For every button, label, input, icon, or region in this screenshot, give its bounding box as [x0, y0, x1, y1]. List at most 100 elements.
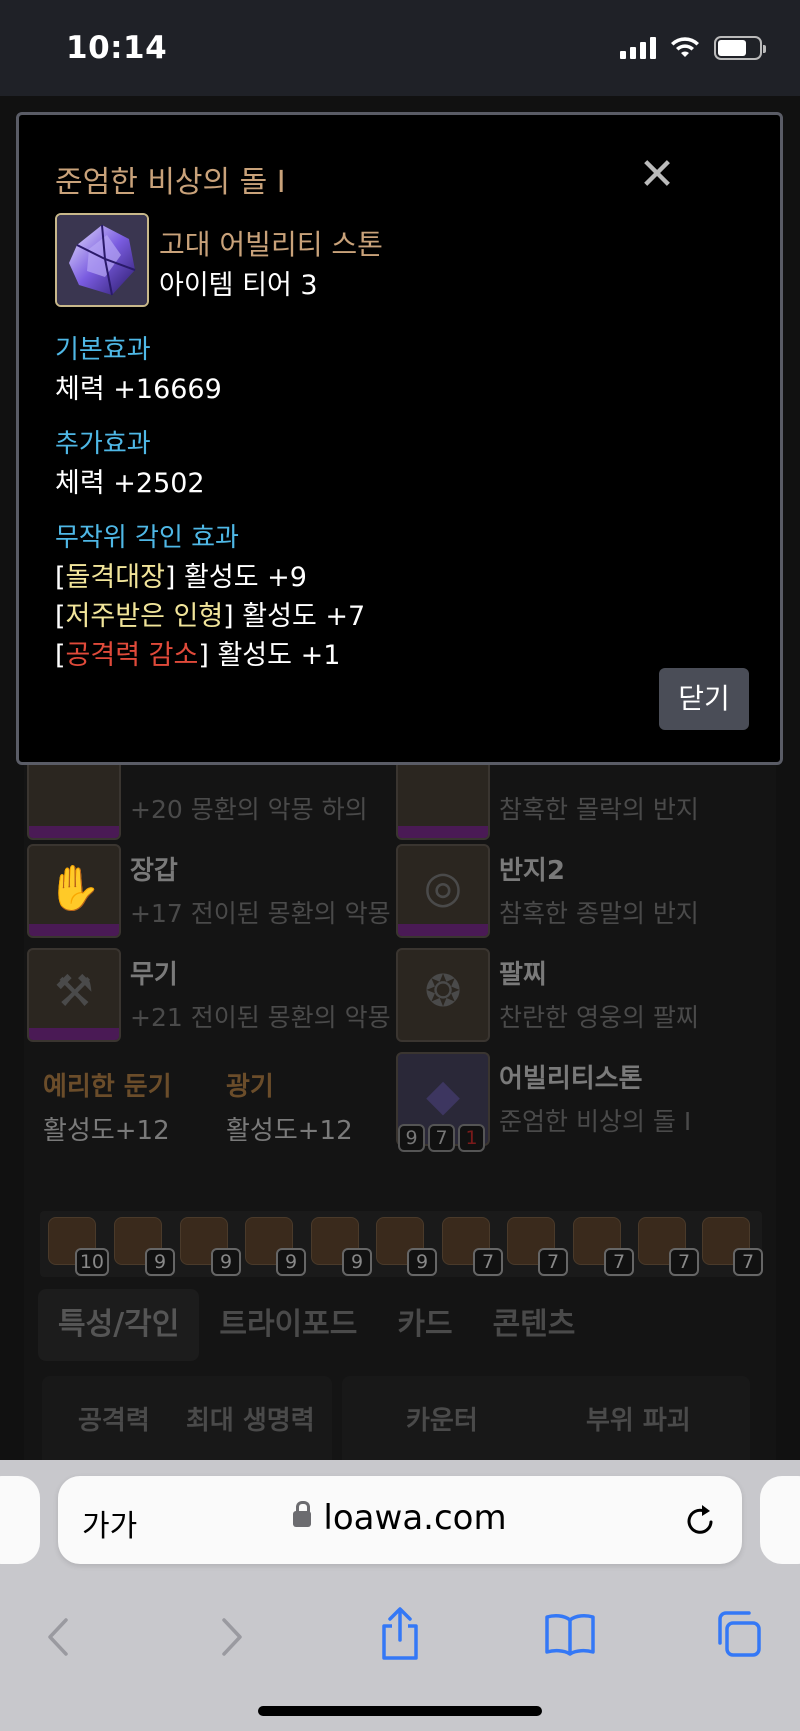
stats-box-right: 카운터 부위 파괴	[342, 1376, 750, 1460]
gem-icon[interactable]: 7	[442, 1217, 503, 1276]
equip-name: +20 몽환의 악몽 하의	[130, 795, 368, 824]
gem-icon[interactable]: 9	[114, 1217, 175, 1276]
engraving-value: 활성도+12	[43, 1116, 170, 1146]
address-bar[interactable]: 가가 loawa.com	[58, 1476, 742, 1564]
gem-level: 10	[74, 1248, 109, 1276]
tab-cards[interactable]: 카드	[377, 1289, 472, 1361]
extra-effect-heading: 추가효과	[55, 429, 151, 459]
gem-icon[interactable]: 7	[702, 1217, 763, 1276]
gem-level: 7	[604, 1248, 634, 1276]
equip-slot-ring2[interactable]: ◎	[396, 844, 490, 938]
gem-icon[interactable]: 9	[245, 1217, 306, 1276]
gem-icon[interactable]: 9	[180, 1217, 241, 1276]
close-button[interactable]: 닫기	[659, 668, 749, 730]
ability-stone-badges: 9 7 1	[398, 1124, 485, 1152]
wifi-icon	[671, 37, 699, 57]
ability-badge: 7	[428, 1124, 455, 1152]
equip-slot-label: 장갑	[130, 856, 178, 886]
url-field[interactable]: loawa.com	[58, 1498, 742, 1538]
engrave-line: [돌격대장] 활성도 +9	[55, 562, 307, 593]
stat-label: 공격력	[78, 1406, 150, 1436]
gem-icon[interactable]: 9	[376, 1217, 437, 1276]
equip-name: 참혹한 몰락의 반지	[499, 795, 699, 824]
safari-toolbar	[0, 1600, 800, 1680]
stat-label: 최대 생명력	[186, 1406, 315, 1436]
engrave-name: 돌격대장	[65, 562, 165, 593]
home-indicator	[258, 1706, 542, 1716]
close-icon[interactable]: ✕	[637, 153, 677, 197]
item-tier: 아이템 티어 3	[159, 270, 318, 301]
gem-level: 7	[473, 1248, 503, 1276]
engraving-value: 활성도+12	[226, 1116, 353, 1146]
engraving-name: 예리한 둔기	[43, 1072, 172, 1102]
gem-level: 9	[407, 1248, 437, 1276]
equip-slot-label: 무기	[130, 960, 178, 990]
equip-slot-gloves[interactable]: ✋	[27, 844, 121, 938]
engrave-line: [공격력 감소] 활성도 +1	[55, 640, 341, 671]
equip-slot-label: 팔찌	[499, 960, 547, 990]
equip-slot-bracelet[interactable]: ❂	[396, 948, 490, 1042]
stat-label: 카운터	[406, 1406, 478, 1436]
gem-level: 9	[276, 1248, 306, 1276]
back-icon[interactable]	[44, 1614, 74, 1660]
battery-icon	[714, 36, 766, 60]
status-icons	[620, 36, 766, 60]
bookmarks-icon[interactable]	[544, 1612, 596, 1656]
gem-level: 7	[538, 1248, 568, 1276]
lock-icon	[293, 1501, 312, 1527]
gem-icon[interactable]: 9	[311, 1217, 372, 1276]
modal-title: 준엄한 비상의 돌 I	[55, 165, 286, 200]
gem-icon[interactable]: 7	[638, 1217, 699, 1276]
tab-contents[interactable]: 콘텐츠	[473, 1289, 596, 1361]
gem-level: 9	[342, 1248, 372, 1276]
item-grade: 고대 어빌리티 스톤	[159, 228, 383, 261]
engrave-value: 활성도 +9	[184, 562, 307, 593]
gem-level: 7	[669, 1248, 699, 1276]
gem-level: 9	[145, 1248, 175, 1276]
safari-bottom-bar: 가가 loawa.com	[0, 1460, 800, 1731]
cellular-signal-icon	[620, 37, 656, 59]
gem-icon[interactable]: 7	[507, 1217, 568, 1276]
equip-name: 준엄한 비상의 돌 I	[499, 1107, 692, 1136]
tab-traits[interactable]: 특성/각인	[38, 1289, 200, 1361]
tab-tripod[interactable]: 트라이포드	[199, 1289, 377, 1361]
share-icon[interactable]	[378, 1606, 422, 1662]
equip-name: +21 전이된 몽환의 악몽	[130, 1003, 391, 1032]
equip-name: 찬란한 영웅의 팔찌	[499, 1003, 699, 1032]
gem-level: 9	[211, 1248, 241, 1276]
status-time: 10:14	[66, 30, 168, 66]
basic-effect-value: 체력 +16669	[55, 374, 222, 405]
previous-tab-peek[interactable]	[0, 1476, 40, 1564]
gem-level: 7	[733, 1248, 763, 1276]
equip-slot-weapon[interactable]: ⚒	[27, 948, 121, 1042]
stat-label: 부위 파괴	[586, 1406, 691, 1436]
engrave-name: 공격력 감소	[65, 640, 199, 671]
gem-icon[interactable]: 10	[48, 1217, 109, 1276]
equip-name: 참혹한 종말의 반지	[499, 899, 699, 928]
next-tab-peek[interactable]	[760, 1476, 800, 1564]
random-engrave-heading: 무작위 각인 효과	[55, 523, 239, 553]
gem-row: 10 9 9 9 9 9 7 7 7 7 7	[40, 1211, 763, 1277]
forward-icon[interactable]	[216, 1614, 246, 1660]
tab-bar: 특성/각인 트라이포드 카드 콘텐츠	[38, 1289, 595, 1361]
equip-name: +17 전이된 몽환의 악몽	[130, 899, 391, 928]
reload-icon[interactable]	[684, 1502, 718, 1538]
engrave-line: [저주받은 인형] 활성도 +7	[55, 601, 366, 632]
ability-stone-icon	[55, 213, 149, 307]
equip-slot-label: 어빌리티스톤	[499, 1064, 643, 1094]
tabs-icon[interactable]	[714, 1610, 762, 1658]
stats-box-left: 공격력 최대 생명력	[42, 1376, 332, 1460]
engrave-value: 활성도 +7	[242, 601, 366, 632]
item-detail-modal: 준엄한 비상의 돌 I ✕ 고대 어빌리티 스톤 아이템 티어 3 기본효과 체…	[16, 112, 783, 765]
engrave-name: 저주받은 인형	[65, 601, 224, 632]
ability-badge: 1	[458, 1124, 485, 1152]
extra-effect-value: 체력 +2502	[55, 468, 205, 499]
url-text: loawa.com	[323, 1498, 507, 1538]
basic-effect-heading: 기본효과	[55, 335, 151, 365]
gem-icon[interactable]: 7	[573, 1217, 634, 1276]
status-bar: 10:14	[0, 0, 800, 96]
ability-badge: 9	[398, 1124, 425, 1152]
equip-slot-label: 반지2	[499, 856, 565, 886]
engraving-name: 광기	[226, 1072, 274, 1102]
engrave-value: 활성도 +1	[217, 640, 341, 671]
